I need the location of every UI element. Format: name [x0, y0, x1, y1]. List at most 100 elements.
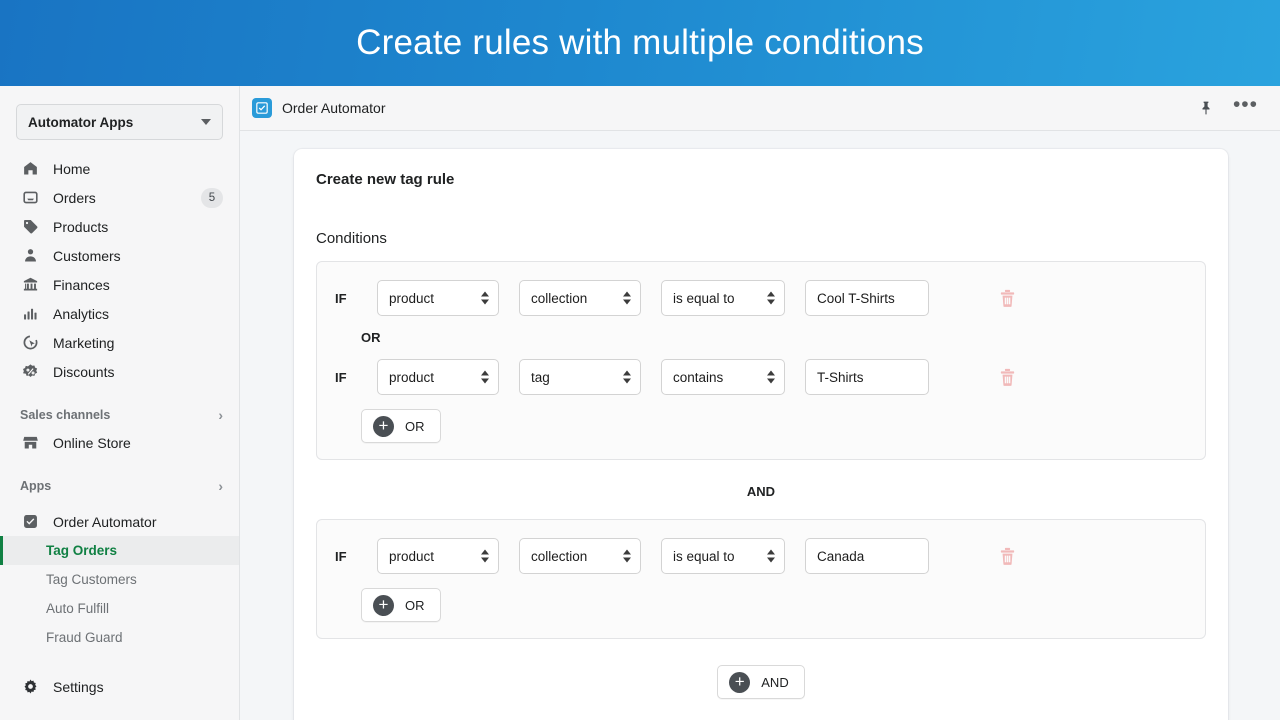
sidebar-item-customers[interactable]: Customers [0, 241, 239, 270]
if-label: IF [335, 548, 347, 564]
chevron-down-icon [201, 119, 211, 125]
add-and-label: AND [761, 674, 789, 690]
delete-condition-button[interactable] [999, 547, 1016, 566]
sidebar-item-label: Products [53, 218, 109, 235]
sidebar-item-label: Finances [53, 276, 110, 293]
sidebar-section-apps[interactable]: Apps › [0, 473, 239, 499]
chevron-right-icon: › [218, 407, 223, 423]
condition-group: IF product collection is equal to [316, 261, 1206, 460]
sidebar-item-label: Orders [53, 189, 96, 206]
sidebar-item-label: Order Automator [53, 513, 157, 530]
rule-card: Create new tag rule Conditions IF produc… [294, 149, 1228, 720]
sidebar-item-home[interactable]: Home [0, 154, 239, 183]
input-value: Canada [817, 548, 865, 564]
sidebar-item-orders[interactable]: Orders 5 [0, 183, 239, 212]
condition-group: IF product collection is equal to [316, 519, 1206, 639]
product-tag-icon [20, 217, 40, 237]
sidebar-item-label: Discounts [53, 363, 115, 380]
ellipsis-icon[interactable]: ••• [1233, 94, 1258, 117]
home-icon [20, 159, 40, 179]
select-value: tag [531, 369, 550, 385]
sidebar-item-auto-fulfill[interactable]: Auto Fulfill [0, 594, 239, 623]
condition-value-input[interactable]: T-Shirts [805, 359, 929, 395]
select-arrows-icon [481, 291, 489, 305]
marketing-target-icon [20, 333, 40, 353]
select-value: collection [531, 548, 588, 564]
sidebar-section-sales-channels[interactable]: Sales channels › [0, 402, 239, 428]
storefront-icon [20, 433, 40, 453]
sidebar-subitem-label: Auto Fulfill [46, 601, 110, 616]
condition-row: IF product collection is equal to [335, 536, 1187, 576]
sidebar-subitem-label: Tag Customers [46, 572, 137, 587]
select-arrows-icon [623, 370, 631, 384]
add-or-label: OR [405, 418, 425, 434]
select-value: product [389, 548, 435, 564]
sidebar-item-label: Home [53, 160, 91, 177]
condition-value-input[interactable]: Cool T-Shirts [805, 280, 929, 316]
sidebar-item-marketing[interactable]: Marketing [0, 328, 239, 357]
condition-subject-select[interactable]: product [377, 359, 499, 395]
sidebar-item-label: Customers [53, 247, 121, 264]
sidebar-item-order-automator[interactable]: Order Automator [0, 507, 239, 536]
condition-subject-select[interactable]: product [377, 280, 499, 316]
condition-operator-select[interactable]: is equal to [661, 538, 785, 574]
add-or-label: OR [405, 597, 425, 613]
input-value: Cool T-Shirts [817, 290, 895, 306]
orders-inbox-icon [20, 188, 40, 208]
condition-operator-select[interactable]: is equal to [661, 280, 785, 316]
store-switcher-button[interactable]: Automator Apps [16, 104, 223, 140]
sidebar-item-online-store[interactable]: Online Store [0, 428, 239, 457]
select-arrows-icon [623, 549, 631, 563]
bar-chart-icon [20, 304, 40, 324]
if-label: IF [335, 290, 347, 306]
group-joiner-label: AND [746, 484, 776, 499]
chevron-right-icon: › [218, 478, 223, 494]
pin-icon[interactable] [1198, 100, 1214, 116]
sidebar-item-label: Analytics [53, 305, 110, 322]
plus-icon: + [729, 671, 751, 693]
condition-field-select[interactable]: collection [519, 280, 641, 316]
conditions-heading: Conditions [316, 230, 387, 247]
store-switcher-label: Automator Apps [28, 114, 134, 130]
add-or-condition-button[interactable]: + OR [361, 588, 441, 622]
sidebar-item-settings[interactable]: Settings [0, 672, 239, 701]
sidebar: Automator Apps Home Orders 5 Products Cu… [0, 86, 240, 720]
sidebar-subitem-label: Tag Orders [46, 543, 118, 558]
select-value: is equal to [673, 290, 735, 306]
sidebar-item-products[interactable]: Products [0, 212, 239, 241]
condition-field-select[interactable]: collection [519, 538, 641, 574]
condition-subject-select[interactable]: product [377, 538, 499, 574]
condition-row: IF product tag contains T-Shirts [335, 357, 1187, 397]
condition-operator-select[interactable]: contains [661, 359, 785, 395]
condition-row: IF product collection is equal to [335, 278, 1187, 318]
condition-field-select[interactable]: tag [519, 359, 641, 395]
delete-condition-button[interactable] [999, 289, 1016, 308]
select-arrows-icon [767, 549, 775, 563]
add-and-group-button[interactable]: + AND [717, 665, 805, 699]
app-shell: Automator Apps Home Orders 5 Products Cu… [0, 86, 1280, 720]
sidebar-item-analytics[interactable]: Analytics [0, 299, 239, 328]
input-value: T-Shirts [817, 369, 864, 385]
condition-value-input[interactable]: Canada [805, 538, 929, 574]
condition-joiner-label: OR [361, 330, 381, 345]
sidebar-item-finances[interactable]: Finances [0, 270, 239, 299]
select-value: product [389, 369, 435, 385]
sidebar-item-tag-orders[interactable]: Tag Orders [0, 536, 239, 565]
promo-banner: Create rules with multiple conditions [0, 0, 1280, 86]
sidebar-subitem-label: Fraud Guard [46, 630, 123, 645]
sidebar-item-label: Settings [53, 678, 104, 695]
delete-condition-button[interactable] [999, 368, 1016, 387]
plus-icon: + [373, 594, 394, 616]
add-or-condition-button[interactable]: + OR [361, 409, 441, 443]
select-value: contains [673, 369, 724, 385]
app-top-bar: Order Automator ••• [240, 86, 1280, 131]
checkbox-app-icon [20, 512, 40, 532]
app-title: Order Automator [282, 100, 386, 116]
sidebar-item-discounts[interactable]: Discounts [0, 357, 239, 386]
sidebar-item-label: Online Store [53, 434, 131, 451]
main-region: Order Automator ••• Create new tag rule … [240, 86, 1280, 720]
gear-icon [20, 677, 40, 697]
sidebar-item-fraud-guard[interactable]: Fraud Guard [0, 623, 239, 652]
select-value: collection [531, 290, 588, 306]
sidebar-item-tag-customers[interactable]: Tag Customers [0, 565, 239, 594]
